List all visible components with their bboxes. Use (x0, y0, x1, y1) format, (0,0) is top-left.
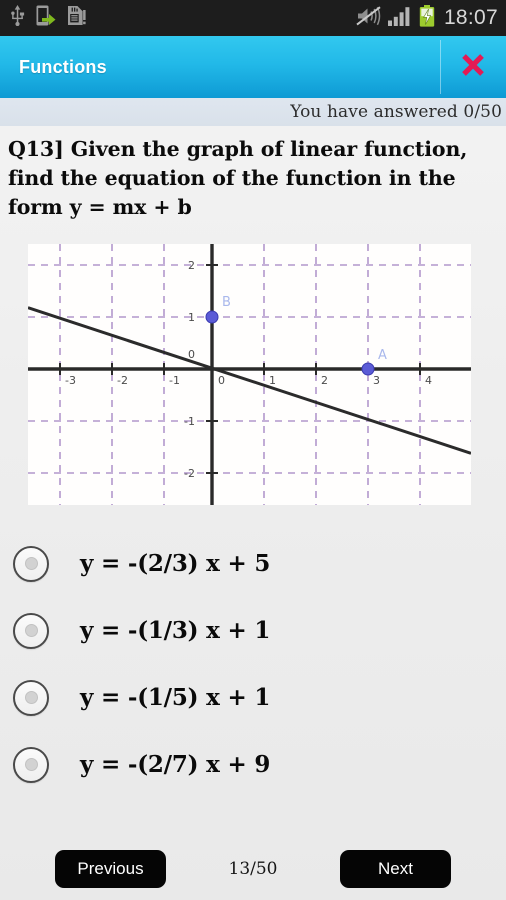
answer-option-4[interactable]: y = -(2/7) x + 9 (13, 731, 506, 798)
svg-text:0: 0 (218, 374, 225, 387)
radio-button-1[interactable] (13, 545, 49, 582)
svg-text:-2: -2 (117, 374, 128, 387)
radio-dot-icon (24, 691, 38, 704)
status-icons-left (10, 5, 86, 31)
svg-text:1: 1 (188, 311, 195, 324)
point-B (205, 310, 219, 324)
close-button[interactable] (440, 36, 506, 98)
answer-option-1-label: y = -(2/3) x + 5 (80, 550, 271, 577)
battery-charging-icon (419, 4, 435, 32)
point-A (361, 362, 375, 376)
close-x-icon (460, 52, 486, 83)
point-B-label: B (222, 295, 231, 310)
answered-count-text: You have answered 0/50 (290, 102, 502, 122)
radio-dot-icon (24, 557, 38, 570)
answer-option-3-label: y = -(1/5) x + 1 (80, 684, 271, 711)
answer-option-2-label: y = -(1/3) x + 1 (80, 617, 271, 644)
svg-text:0: 0 (188, 348, 195, 361)
svg-text:-1: -1 (169, 374, 180, 387)
radio-dot-icon (24, 758, 38, 771)
answer-option-3[interactable]: y = -(1/5) x + 1 (13, 664, 506, 731)
question-text: Q13] Given the graph of linear function,… (8, 137, 468, 219)
answered-progress-bar: You have answered 0/50 (0, 98, 506, 126)
page-title: Functions (19, 56, 107, 77)
svg-text:-3: -3 (65, 374, 76, 387)
svg-text:-2: -2 (184, 467, 195, 480)
usb-icon (10, 5, 25, 31)
usb-transfer-icon (36, 5, 56, 31)
status-bar: 18:07 (0, 0, 506, 36)
answer-option-1[interactable]: y = -(2/3) x + 5 (13, 530, 506, 597)
sd-card-warning-icon (67, 5, 86, 31)
previous-button[interactable]: Previous (55, 850, 166, 888)
svg-text:3: 3 (373, 374, 380, 387)
page-indicator: 13/50 (228, 859, 278, 879)
app-header: Functions (0, 36, 506, 98)
radio-button-2[interactable] (13, 612, 49, 649)
svg-text:1: 1 (269, 374, 276, 387)
navigation-footer: Previous 13/50 Next (0, 838, 506, 900)
radio-button-3[interactable] (13, 679, 49, 716)
point-A-label: A (378, 348, 387, 363)
radio-dot-icon (24, 624, 38, 637)
answer-option-4-label: y = -(2/7) x + 9 (80, 751, 271, 778)
svg-text:4: 4 (425, 374, 432, 387)
svg-text:-1: -1 (184, 415, 195, 428)
graph-figure: -3 -2 -1 0 1 2 3 4 2 1 0 -1 -2 B A (28, 244, 471, 505)
svg-text:2: 2 (321, 374, 328, 387)
vibrate-off-icon (356, 5, 381, 31)
linear-function-plot: -3 -2 -1 0 1 2 3 4 2 1 0 -1 -2 B A (28, 244, 471, 505)
answer-options-list: y = -(2/3) x + 5 y = -(1/3) x + 1 y = -(… (0, 530, 506, 798)
signal-bars-icon (387, 6, 412, 31)
status-clock: 18:07 (443, 6, 498, 29)
svg-text:2: 2 (188, 259, 195, 272)
answer-option-2[interactable]: y = -(1/3) x + 1 (13, 597, 506, 664)
next-button[interactable]: Next (340, 850, 451, 888)
status-icons-right: 18:07 (356, 4, 498, 32)
radio-button-4[interactable] (13, 746, 49, 783)
